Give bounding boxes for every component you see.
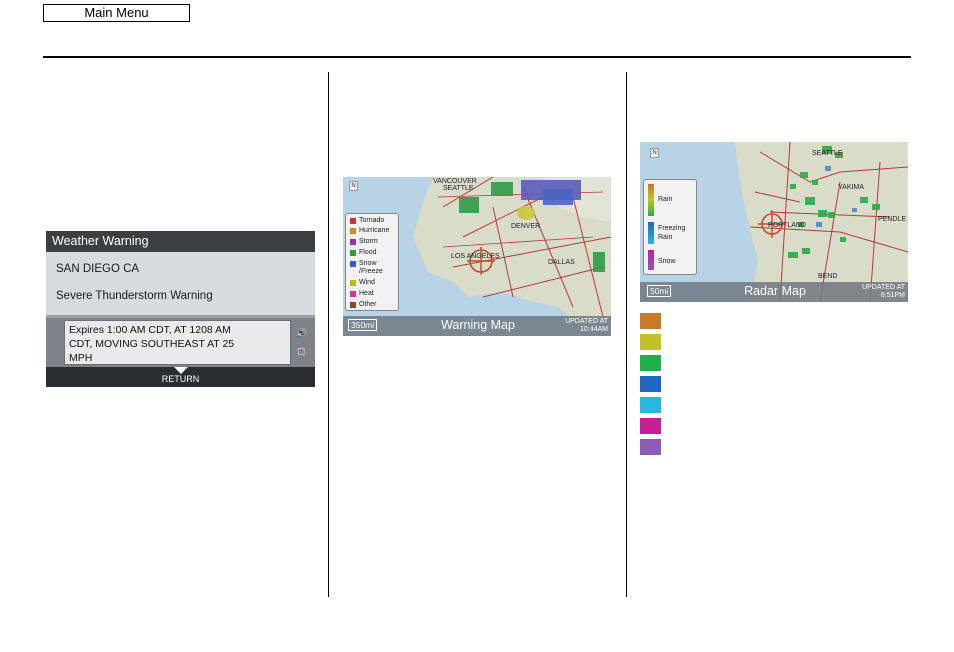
return-label[interactable]: RETURN — [46, 374, 315, 384]
legend-swatch — [350, 250, 356, 256]
city-label-yakima: YAKIMA — [838, 184, 864, 191]
legend-swatch — [350, 239, 356, 245]
city-label-denver: DENVER — [511, 223, 541, 230]
city-label-portland: PORTLAND — [768, 222, 806, 229]
radar-map-scale[interactable]: 50mi — [647, 285, 672, 297]
legend-swatch — [350, 218, 356, 224]
warning-map-legend: Tornado Hurricane Storm Flood Snow /Free… — [345, 213, 399, 311]
legend-label: Hurricane — [359, 227, 390, 234]
warning-location: SAN DIEGO CA — [56, 263, 140, 275]
header-divider — [43, 56, 911, 58]
legend-label: Storm — [359, 238, 378, 245]
color-swatch-magenta — [640, 418, 661, 434]
legend-swatch — [350, 302, 356, 308]
radar-map-legend: Rain Freezing Rain Snow — [643, 179, 697, 275]
updated-label: UPDATED AT — [862, 284, 905, 291]
updated-time: 6:51PM — [880, 292, 905, 299]
freezing-rain-color-bar — [648, 222, 654, 244]
legend-label-freezing: Freezing — [658, 225, 686, 232]
city-label-bend: BEND — [818, 273, 838, 280]
compass-icon[interactable]: N — [349, 181, 358, 191]
snow-color-bar — [648, 250, 654, 270]
warning-map-updated: UPDATED AT 10:44AM — [548, 318, 608, 334]
color-swatch-cyan — [640, 397, 661, 413]
weather-warning-title: Weather Warning — [46, 231, 315, 252]
warning-map-title: Warning Map — [441, 318, 515, 332]
weather-warning-screen: Weather Warning SAN DIEGO CA Severe Thun… — [46, 231, 315, 387]
main-menu-button[interactable]: Main Menu — [43, 4, 190, 22]
legend-swatch — [350, 280, 356, 286]
color-swatch-yellow — [640, 334, 661, 350]
city-label-seattle: SEATTLE — [443, 185, 474, 192]
color-swatch-blue — [640, 376, 661, 392]
column-divider-right — [626, 72, 627, 597]
legend-label: Heat — [359, 290, 374, 297]
warning-type: Severe Thunderstorm Warning — [56, 290, 213, 302]
legend-label-rain: Rain — [658, 196, 673, 203]
rain-color-bar — [648, 184, 654, 216]
warning-message-line-1: Expires 1:00 AM CDT, AT 1208 AM — [69, 324, 231, 336]
warning-message-box[interactable]: Expires 1:00 AM CDT, AT 1208 AM CDT, MOV… — [64, 320, 291, 365]
legend-label: Tornado — [359, 217, 385, 224]
legend-label: Flood — [359, 249, 377, 256]
city-label-pendleton: PENDLE — [878, 216, 907, 223]
city-label-dallas: DALLAS — [548, 259, 575, 266]
color-swatch-orange — [640, 313, 661, 329]
warning-map-scale[interactable]: 350mi — [348, 319, 378, 331]
color-swatch-purple — [640, 439, 661, 455]
legend-swatch — [350, 228, 356, 234]
city-label-los-angeles: LOS ANGELES — [451, 253, 500, 260]
legend-swatch — [350, 261, 356, 267]
legend-label: Other — [359, 301, 377, 308]
column-divider-left — [328, 72, 329, 597]
radar-map-updated: UPDATED AT 6:51PM — [845, 284, 905, 300]
legend-label: Snow — [359, 260, 377, 267]
legend-label: Wind — [359, 279, 375, 286]
warning-message-line-2: CDT, MOVING SOUTHEAST AT 25 — [69, 338, 235, 350]
legend-swatch — [350, 291, 356, 297]
warning-message-line-3: MPH — [69, 352, 93, 364]
color-swatch-green — [640, 355, 661, 371]
city-label-vancouver: VANCOUVER — [433, 178, 477, 185]
updated-label: UPDATED AT — [565, 318, 608, 325]
voice-speaker-icon[interactable]: 🔊 — [296, 328, 310, 340]
warning-map-screen[interactable]: N VANCOUVER SEATTLE DENVER LOS ANGELES D… — [343, 177, 611, 336]
legend-label-freezing-rain: Rain — [658, 234, 673, 241]
scroll-knob-icon[interactable]: ◻ — [297, 346, 309, 358]
radar-map-screen[interactable]: N SEATTLE YAKIMA PORTLAND BEND PENDLE Ra… — [640, 142, 908, 302]
radar-map-title: Radar Map — [744, 284, 806, 298]
city-label-seattle: SEATTLE — [812, 150, 843, 157]
legend-label-snow: Snow — [658, 258, 676, 265]
legend-label: /Freeze — [359, 268, 383, 275]
updated-time: 10:44AM — [579, 326, 608, 333]
return-triangle-icon — [174, 367, 188, 374]
compass-icon[interactable]: N — [650, 148, 659, 158]
